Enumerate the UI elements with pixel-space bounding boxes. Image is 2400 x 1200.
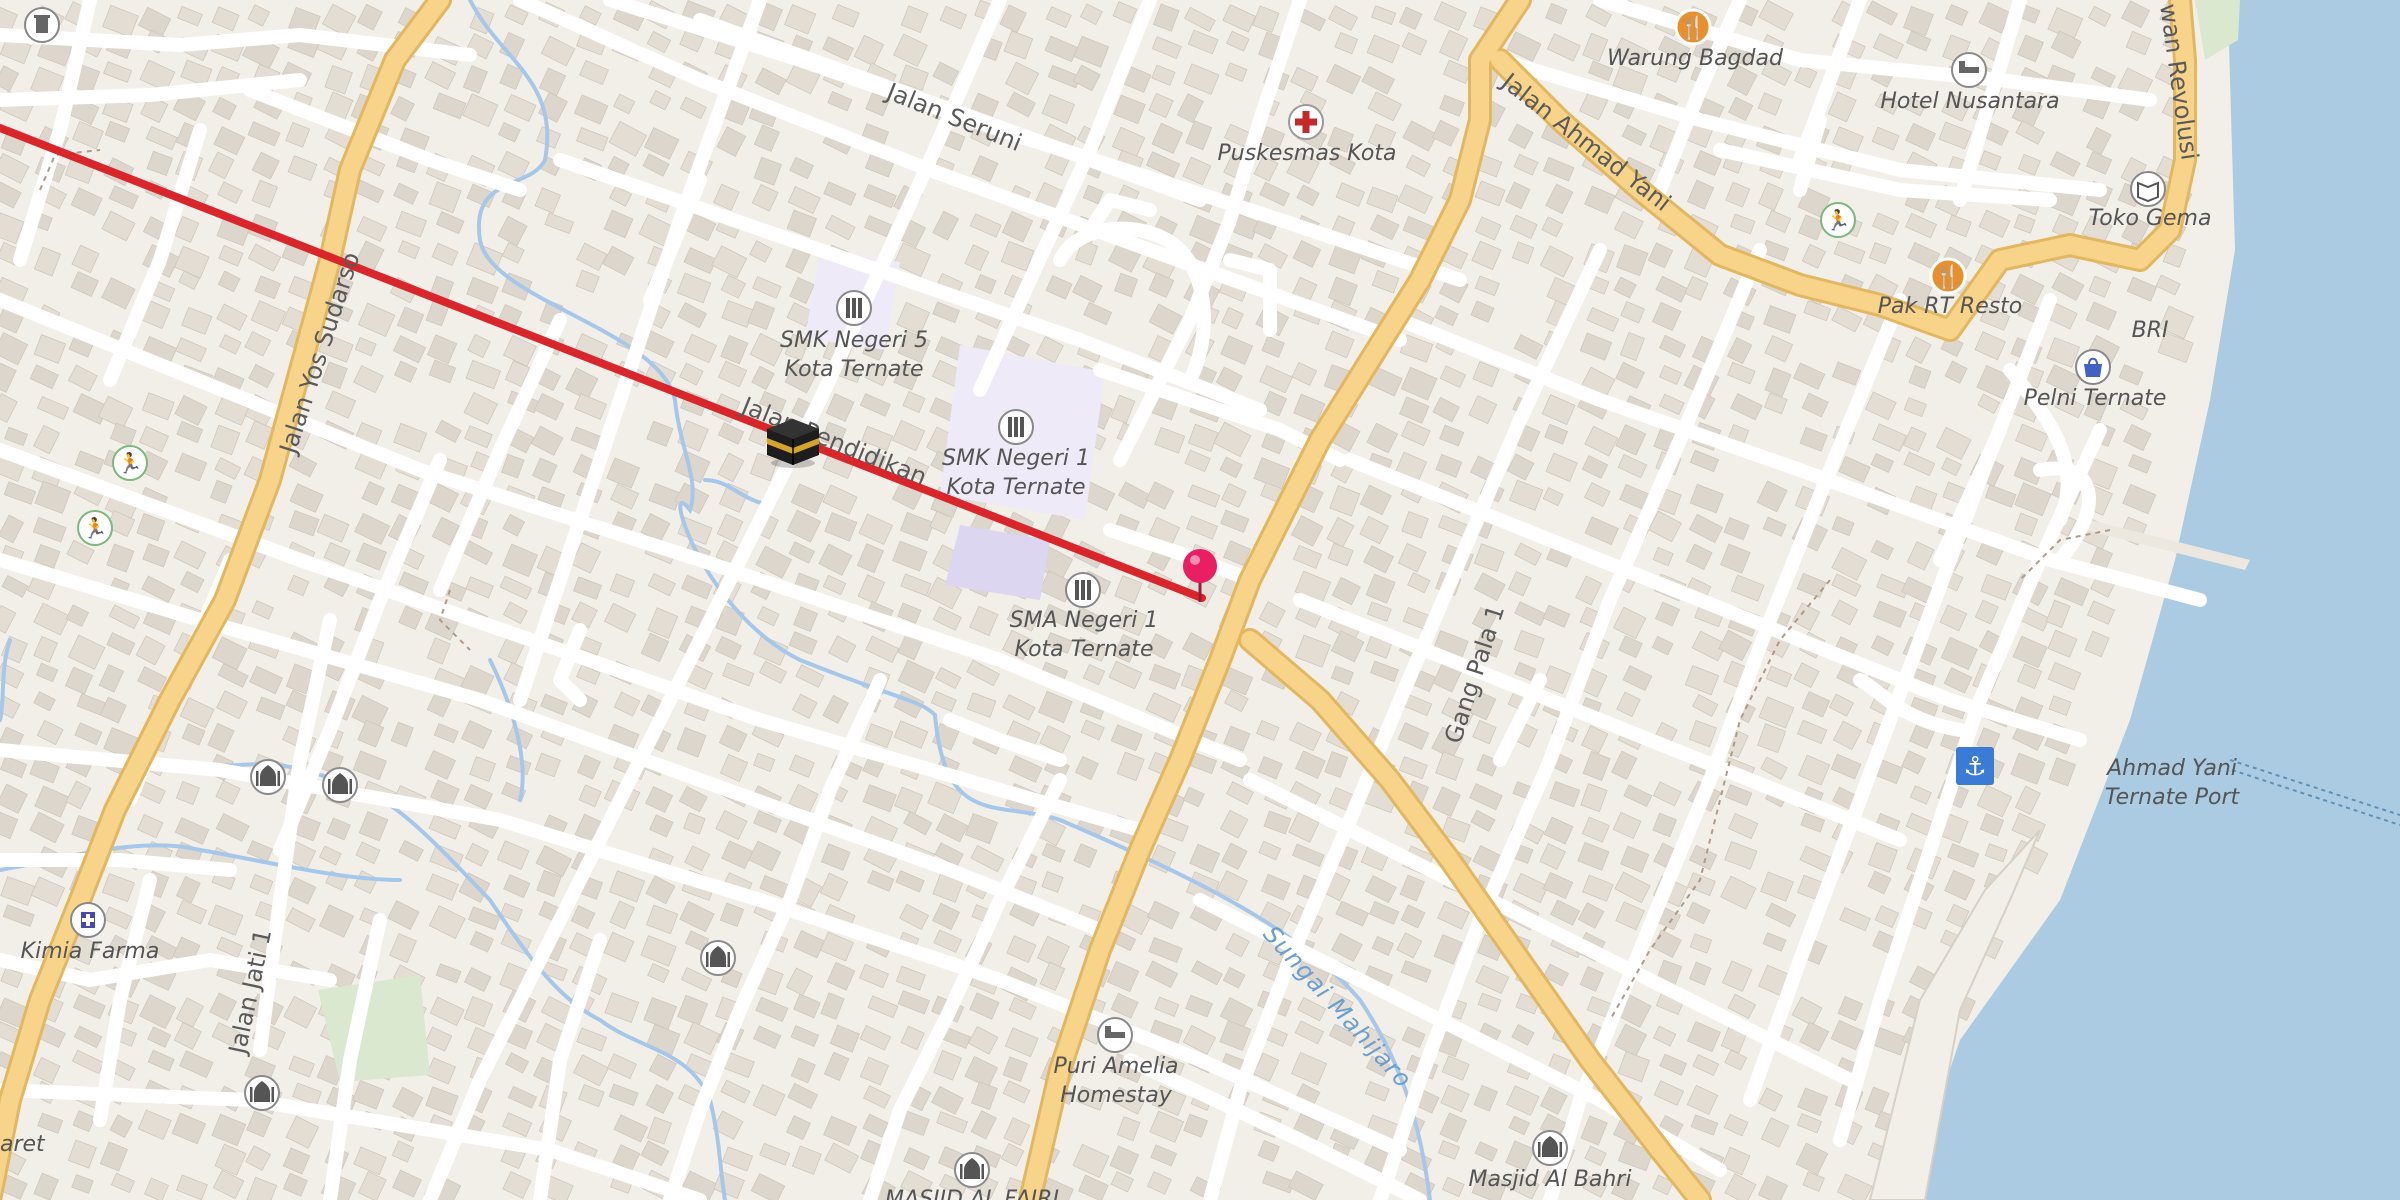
- poi-label-hotel-nusantara: Hotel Nusantara: [1880, 89, 2059, 114]
- waste-basket-icon[interactable]: [24, 7, 60, 43]
- restaurant-icon[interactable]: 🍴: [1929, 257, 1967, 295]
- sport-icon[interactable]: 🏃: [112, 445, 148, 481]
- bookstore-icon[interactable]: [2130, 171, 2166, 207]
- poi-label-warung-bagdad: Warung Bagdad: [1607, 46, 1784, 71]
- poi-label-pak-rt-resto: Pak RT Resto: [1878, 294, 2023, 319]
- mosque-icon[interactable]: [322, 767, 358, 803]
- poi-label-toko-gema: Toko Gema: [2089, 206, 2212, 231]
- school-icon[interactable]: [836, 290, 872, 326]
- sport-icon[interactable]: 🏃: [1820, 202, 1856, 238]
- svg-text:🏃: 🏃: [118, 451, 143, 475]
- poi-label-sma-1: SMA Negeri 1: [1010, 608, 1159, 633]
- kaaba-icon[interactable]: [767, 419, 819, 468]
- poi-label-bri: BRI: [2132, 318, 2169, 343]
- poi-label-port: Ahmad Yani: [2105, 756, 2237, 781]
- mosque-icon[interactable]: [700, 940, 736, 976]
- svg-text:🏃: 🏃: [1826, 208, 1851, 232]
- anchor-icon[interactable]: ⚓: [1956, 747, 1994, 785]
- mosque-icon[interactable]: [1532, 1130, 1568, 1166]
- poi-label-pelni-ternate: Pelni Ternate: [2024, 386, 2167, 411]
- poi-label-puskesmas-kota: Puskesmas Kota: [1218, 141, 1397, 166]
- svg-text:🍴: 🍴: [1679, 15, 1706, 41]
- poi-label-sma-1-line2: Kota Ternate: [1014, 637, 1153, 662]
- hotel-icon[interactable]: [1097, 1017, 1133, 1053]
- svg-text:🍴: 🍴: [1934, 264, 1961, 290]
- poi-label-smk-5-line2: Kota Ternate: [784, 357, 923, 382]
- clinic-icon[interactable]: [1288, 104, 1324, 140]
- poi-label-puri-amelia-line2: Homestay: [1060, 1083, 1173, 1108]
- map-canvas[interactable]: Jalan Seruni Jalan Pendidikan Jalan Ahma…: [0, 0, 2400, 1200]
- poi-label-masjid-al-fajri: MASJID AL FAJRI: [885, 1187, 1059, 1200]
- poi-label-aret: aret: [0, 1132, 46, 1157]
- svg-text:⚓: ⚓: [1963, 752, 1986, 782]
- mosque-icon[interactable]: [244, 1075, 280, 1111]
- poi-label-masjid-al-bahri: Masjid Al Bahri: [1469, 1167, 1632, 1192]
- poi-label-kimia-farma: Kimia Farma: [21, 939, 160, 964]
- poi-label-smk-1: SMK Negeri 1: [942, 446, 1090, 471]
- school-icon[interactable]: [1065, 572, 1101, 608]
- school-icon[interactable]: [998, 409, 1034, 445]
- svg-text:🏃: 🏃: [83, 516, 108, 540]
- shopping-bag-icon[interactable]: [2075, 349, 2111, 385]
- hotel-icon[interactable]: [1951, 52, 1987, 88]
- mosque-icon[interactable]: [954, 1152, 990, 1188]
- poi-label-puri-amelia: Puri Amelia: [1053, 1054, 1178, 1079]
- restaurant-icon[interactable]: 🍴: [1674, 8, 1712, 46]
- sport-icon[interactable]: 🏃: [77, 510, 113, 546]
- poi-label-smk-5: SMK Negeri 5: [780, 328, 928, 353]
- poi-label-smk-1-line2: Kota Ternate: [946, 475, 1085, 500]
- pharmacy-icon[interactable]: [70, 902, 106, 938]
- poi-label-port-line2: Ternate Port: [2105, 785, 2241, 810]
- mosque-icon[interactable]: [250, 759, 286, 795]
